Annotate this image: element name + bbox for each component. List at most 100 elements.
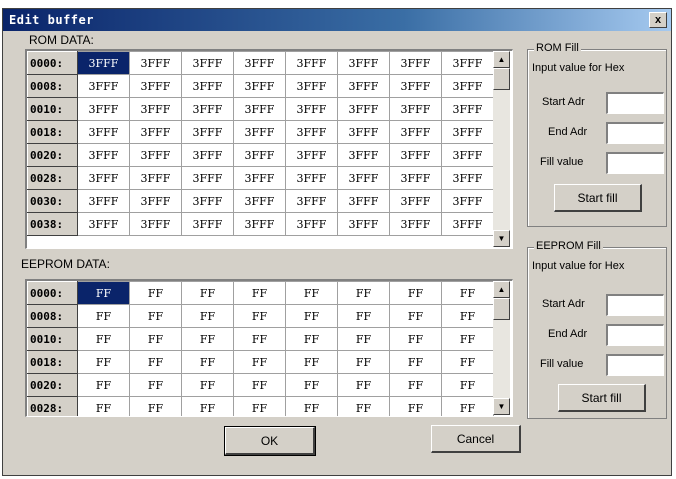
- data-cell[interactable]: 3FFF: [441, 212, 494, 236]
- eeprom-start-fill-button[interactable]: Start fill: [558, 384, 646, 412]
- data-cell[interactable]: FF: [233, 304, 286, 328]
- data-cell[interactable]: FF: [129, 327, 182, 351]
- data-cell[interactable]: 3FFF: [337, 189, 390, 213]
- cancel-button[interactable]: Cancel: [431, 425, 521, 453]
- data-cell[interactable]: FF: [181, 396, 234, 416]
- data-cell[interactable]: 3FFF: [129, 120, 182, 144]
- data-cell[interactable]: FF: [233, 350, 286, 374]
- data-cell[interactable]: 3FFF: [389, 189, 442, 213]
- scroll-down-button[interactable]: ▼: [493, 398, 510, 415]
- data-cell[interactable]: FF: [181, 350, 234, 374]
- data-cell[interactable]: 3FFF: [285, 143, 338, 167]
- eeprom-scrollbar[interactable]: ▲ ▼: [493, 281, 510, 415]
- data-cell[interactable]: 3FFF: [181, 97, 234, 121]
- data-cell[interactable]: 3FFF: [233, 97, 286, 121]
- data-cell[interactable]: FF: [441, 327, 494, 351]
- data-cell[interactable]: 3FFF: [441, 74, 494, 98]
- data-cell[interactable]: 3FFF: [337, 120, 390, 144]
- data-cell[interactable]: 3FFF: [441, 97, 494, 121]
- data-cell[interactable]: FF: [129, 304, 182, 328]
- data-cell[interactable]: 3FFF: [285, 189, 338, 213]
- data-cell[interactable]: 3FFF: [389, 143, 442, 167]
- eeprom-fill-value-input[interactable]: [606, 354, 664, 376]
- data-cell[interactable]: FF: [181, 281, 234, 305]
- data-cell[interactable]: 3FFF: [129, 189, 182, 213]
- data-cell[interactable]: 3FFF: [389, 212, 442, 236]
- data-cell[interactable]: 3FFF: [233, 74, 286, 98]
- data-cell[interactable]: 3FFF: [441, 120, 494, 144]
- rom-fill-value-input[interactable]: [606, 152, 664, 174]
- data-cell[interactable]: 3FFF: [129, 74, 182, 98]
- data-cell[interactable]: FF: [77, 327, 130, 351]
- data-cell[interactable]: 3FFF: [129, 97, 182, 121]
- data-cell[interactable]: 3FFF: [285, 74, 338, 98]
- data-cell[interactable]: 3FFF: [389, 51, 442, 75]
- data-cell[interactable]: 3FFF: [389, 166, 442, 190]
- scroll-up-button[interactable]: ▲: [493, 51, 510, 68]
- data-cell[interactable]: 3FFF: [389, 97, 442, 121]
- data-cell[interactable]: FF: [129, 350, 182, 374]
- data-cell[interactable]: FF: [389, 396, 442, 416]
- data-cell[interactable]: 3FFF: [181, 143, 234, 167]
- data-cell[interactable]: 3FFF: [233, 166, 286, 190]
- scroll-thumb[interactable]: [493, 298, 510, 320]
- data-cell[interactable]: FF: [181, 373, 234, 397]
- data-cell[interactable]: 3FFF: [181, 189, 234, 213]
- data-cell[interactable]: 3FFF: [337, 97, 390, 121]
- data-cell[interactable]: 3FFF: [285, 120, 338, 144]
- data-cell[interactable]: FF: [233, 396, 286, 416]
- data-cell[interactable]: 3FFF: [441, 51, 494, 75]
- data-cell[interactable]: 3FFF: [77, 51, 130, 75]
- rom-scrollbar[interactable]: ▲ ▼: [493, 51, 510, 247]
- data-cell[interactable]: FF: [285, 350, 338, 374]
- data-cell[interactable]: 3FFF: [233, 51, 286, 75]
- data-cell[interactable]: 3FFF: [77, 120, 130, 144]
- rom-start-fill-button[interactable]: Start fill: [554, 184, 642, 212]
- data-cell[interactable]: FF: [337, 281, 390, 305]
- data-cell[interactable]: FF: [389, 327, 442, 351]
- data-cell[interactable]: 3FFF: [181, 212, 234, 236]
- data-cell[interactable]: 3FFF: [285, 51, 338, 75]
- rom-start-adr-input[interactable]: [606, 92, 664, 114]
- data-cell[interactable]: 3FFF: [337, 51, 390, 75]
- data-cell[interactable]: FF: [233, 281, 286, 305]
- data-cell[interactable]: FF: [337, 350, 390, 374]
- data-cell[interactable]: 3FFF: [77, 212, 130, 236]
- data-cell[interactable]: FF: [77, 281, 130, 305]
- data-cell[interactable]: 3FFF: [129, 143, 182, 167]
- data-cell[interactable]: 3FFF: [337, 74, 390, 98]
- data-cell[interactable]: FF: [441, 350, 494, 374]
- data-cell[interactable]: 3FFF: [129, 166, 182, 190]
- data-cell[interactable]: 3FFF: [337, 143, 390, 167]
- data-cell[interactable]: 3FFF: [285, 166, 338, 190]
- data-cell[interactable]: 3FFF: [337, 166, 390, 190]
- data-cell[interactable]: FF: [181, 304, 234, 328]
- data-cell[interactable]: 3FFF: [285, 212, 338, 236]
- data-cell[interactable]: 3FFF: [233, 189, 286, 213]
- title-bar[interactable]: Edit buffer x: [3, 9, 671, 31]
- data-cell[interactable]: FF: [389, 350, 442, 374]
- scroll-thumb[interactable]: [493, 68, 510, 90]
- data-cell[interactable]: FF: [441, 304, 494, 328]
- data-cell[interactable]: 3FFF: [441, 166, 494, 190]
- data-cell[interactable]: FF: [181, 327, 234, 351]
- data-cell[interactable]: FF: [389, 281, 442, 305]
- scroll-up-button[interactable]: ▲: [493, 281, 510, 298]
- data-cell[interactable]: FF: [285, 327, 338, 351]
- data-cell[interactable]: FF: [441, 396, 494, 416]
- data-cell[interactable]: 3FFF: [77, 74, 130, 98]
- ok-button[interactable]: OK: [224, 426, 316, 456]
- data-cell[interactable]: 3FFF: [441, 189, 494, 213]
- data-cell[interactable]: FF: [389, 304, 442, 328]
- data-cell[interactable]: FF: [77, 373, 130, 397]
- data-cell[interactable]: FF: [389, 373, 442, 397]
- data-cell[interactable]: 3FFF: [389, 120, 442, 144]
- data-cell[interactable]: 3FFF: [181, 51, 234, 75]
- rom-end-adr-input[interactable]: [606, 122, 664, 144]
- data-cell[interactable]: 3FFF: [389, 74, 442, 98]
- data-cell[interactable]: 3FFF: [233, 143, 286, 167]
- data-cell[interactable]: 3FFF: [233, 120, 286, 144]
- data-cell[interactable]: FF: [337, 304, 390, 328]
- data-cell[interactable]: 3FFF: [337, 212, 390, 236]
- data-cell[interactable]: FF: [285, 304, 338, 328]
